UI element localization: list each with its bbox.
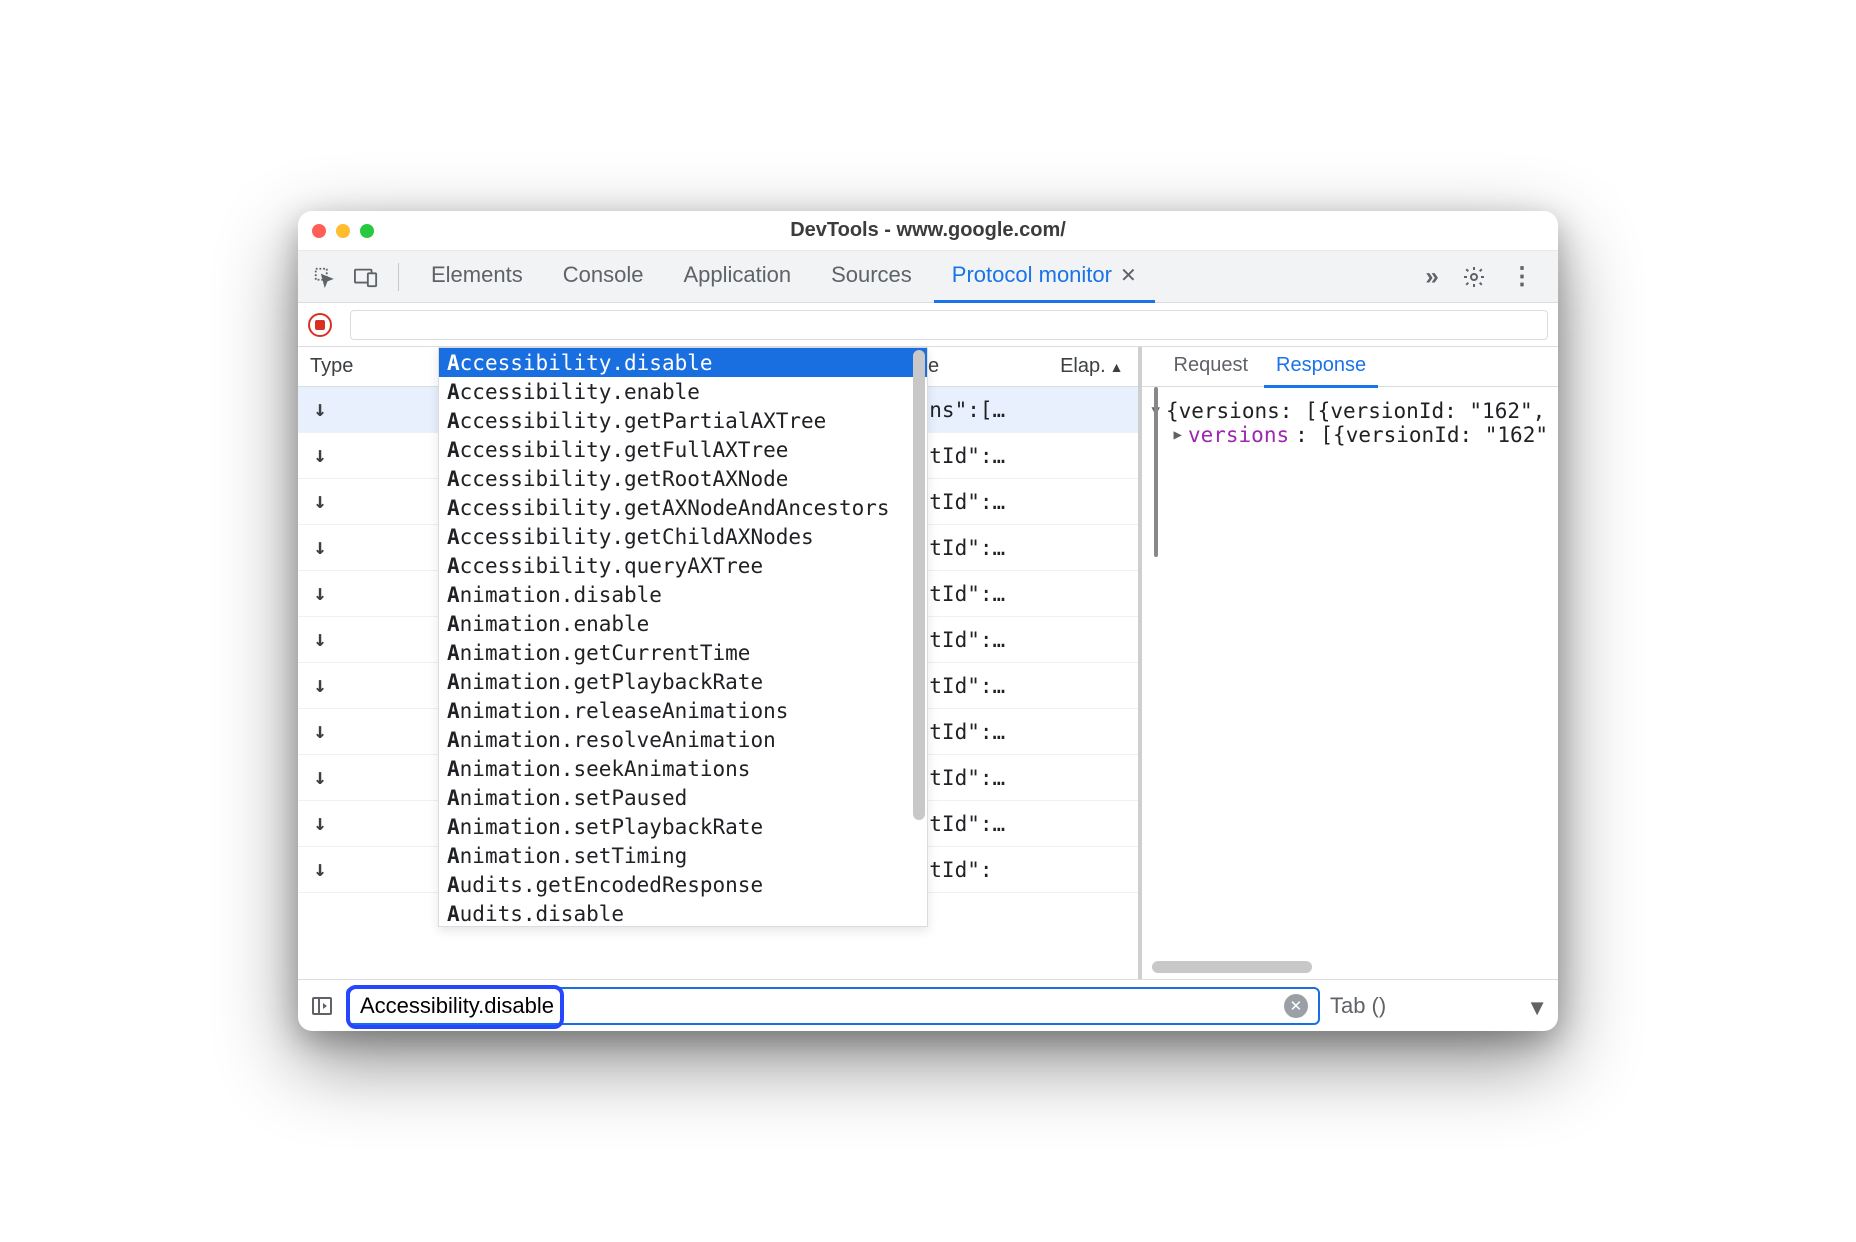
direction-arrow-icon: ↓ [298, 489, 342, 514]
direction-arrow-icon: ↓ [298, 443, 342, 468]
autocomplete-item[interactable]: Animation.enable [439, 609, 927, 638]
main-tabbar: ElementsConsoleApplicationSourcesProtoco… [298, 251, 1558, 303]
col-elapsed[interactable]: Elap. ▲ [1060, 355, 1123, 378]
clear-input-icon[interactable]: ✕ [1284, 994, 1308, 1018]
autocomplete-item[interactable]: Accessibility.getPartialAXTree [439, 406, 927, 435]
traffic-lights [312, 224, 374, 238]
autocomplete-scrollbar[interactable] [913, 350, 925, 820]
command-input-wrap: ✕ [346, 987, 1320, 1025]
autocomplete-item[interactable]: Audits.getEncodedResponse [439, 870, 927, 899]
autocomplete-item[interactable]: Accessibility.disable [439, 348, 927, 377]
response-body: ▼ {versions: [{versionId: "162", ▶ versi… [1142, 387, 1558, 979]
response-snippet: estId":… [904, 536, 1104, 560]
panel-body: Type se Elap. ▲ ↓ions":[…↓estId":…↓estId… [298, 347, 1558, 979]
titlebar: DevTools - www.google.com/ [298, 211, 1558, 251]
direction-arrow-icon: ↓ [298, 719, 342, 744]
tab-elements[interactable]: Elements [413, 251, 541, 303]
command-input[interactable] [358, 992, 1284, 1020]
autocomplete-item[interactable]: Accessibility.enable [439, 377, 927, 406]
devtools-window: DevTools - www.google.com/ ElementsConso… [298, 211, 1558, 1031]
direction-arrow-icon: ↓ [298, 857, 342, 882]
response-snippet: ions":[… [904, 398, 1104, 422]
autocomplete-item[interactable]: Accessibility.getFullAXTree [439, 435, 927, 464]
direction-arrow-icon: ↓ [298, 673, 342, 698]
command-autocomplete-popup: Accessibility.disableAccessibility.enabl… [438, 347, 928, 927]
chevron-down-icon[interactable]: ▼ [1526, 995, 1548, 1021]
details-tab-response[interactable]: Response [1264, 347, 1378, 388]
kebab-menu-icon[interactable]: ⋮ [1504, 259, 1540, 295]
tabbar-divider [398, 263, 399, 291]
response-snippet: estId":… [904, 812, 1104, 836]
details-tab-request[interactable]: Request [1162, 347, 1261, 388]
message-list-pane: Type se Elap. ▲ ↓ions":[…↓estId":…↓estId… [298, 347, 1142, 979]
response-snippet: estId":… [904, 444, 1104, 468]
direction-arrow-icon: ↓ [298, 811, 342, 836]
autocomplete-item[interactable]: Accessibility.getAXNodeAndAncestors [439, 493, 927, 522]
record-button[interactable] [308, 313, 332, 337]
tree-row[interactable]: ▶ versions : [{versionId: "162" [1152, 423, 1548, 447]
pane-resize-handle[interactable] [1154, 387, 1158, 557]
more-tabs-icon[interactable]: » [1414, 259, 1450, 295]
autocomplete-item[interactable]: Audits.disable [439, 899, 927, 927]
response-snippet: estId": [904, 858, 1104, 882]
close-tab-icon[interactable]: ✕ [1120, 263, 1137, 288]
close-window-button[interactable] [312, 224, 326, 238]
inspect-element-icon[interactable] [306, 259, 342, 295]
autocomplete-item[interactable]: Animation.releaseAnimations [439, 696, 927, 725]
direction-arrow-icon: ↓ [298, 535, 342, 560]
autocomplete-item[interactable]: Accessibility.getRootAXNode [439, 464, 927, 493]
filter-input[interactable] [350, 310, 1548, 340]
autocomplete-item[interactable]: Animation.resolveAnimation [439, 725, 927, 754]
details-tabs: RequestResponse [1142, 347, 1558, 387]
params-hint[interactable]: Tab () ▼ [1330, 993, 1548, 1019]
col-type[interactable]: Type [298, 355, 438, 378]
settings-gear-icon[interactable] [1456, 259, 1492, 295]
autocomplete-item[interactable]: Accessibility.queryAXTree [439, 551, 927, 580]
autocomplete-item[interactable]: Animation.setPlaybackRate [439, 812, 927, 841]
tab-protocol-monitor[interactable]: Protocol monitor✕ [934, 251, 1155, 303]
tab-console[interactable]: Console [545, 251, 662, 303]
window-title: DevTools - www.google.com/ [298, 219, 1558, 242]
maximize-window-button[interactable] [360, 224, 374, 238]
tree-collapse-icon[interactable]: ▶ [1174, 427, 1182, 443]
response-snippet: estId":… [904, 582, 1104, 606]
direction-arrow-icon: ↓ [298, 397, 342, 422]
tab-sources[interactable]: Sources [813, 251, 930, 303]
show-left-sidebar-icon[interactable] [308, 992, 336, 1020]
direction-arrow-icon: ↓ [298, 627, 342, 652]
response-snippet: estId":… [904, 628, 1104, 652]
autocomplete-item[interactable]: Animation.seekAnimations [439, 754, 927, 783]
command-bar: ✕ Tab () ▼ [298, 979, 1558, 1031]
tree-row[interactable]: ▼ {versions: [{versionId: "162", [1152, 399, 1548, 423]
details-pane: RequestResponse ▼ {versions: [{versionId… [1142, 347, 1558, 979]
direction-arrow-icon: ↓ [298, 581, 342, 606]
horizontal-scrollbar[interactable] [1152, 961, 1312, 973]
sort-asc-icon: ▲ [1110, 359, 1124, 375]
autocomplete-item[interactable]: Accessibility.getChildAXNodes [439, 522, 927, 551]
device-toolbar-icon[interactable] [348, 259, 384, 295]
protocol-toolbar [298, 303, 1558, 347]
response-snippet: estId":… [904, 720, 1104, 744]
autocomplete-item[interactable]: Animation.getCurrentTime [439, 638, 927, 667]
direction-arrow-icon: ↓ [298, 765, 342, 790]
autocomplete-item[interactable]: Animation.disable [439, 580, 927, 609]
autocomplete-item[interactable]: Animation.setTiming [439, 841, 927, 870]
response-snippet: estId":… [904, 766, 1104, 790]
tab-application[interactable]: Application [665, 251, 809, 303]
response-snippet: estId":… [904, 674, 1104, 698]
response-snippet: estId":… [904, 490, 1104, 514]
minimize-window-button[interactable] [336, 224, 350, 238]
autocomplete-item[interactable]: Animation.setPaused [439, 783, 927, 812]
autocomplete-item[interactable]: Animation.getPlaybackRate [439, 667, 927, 696]
